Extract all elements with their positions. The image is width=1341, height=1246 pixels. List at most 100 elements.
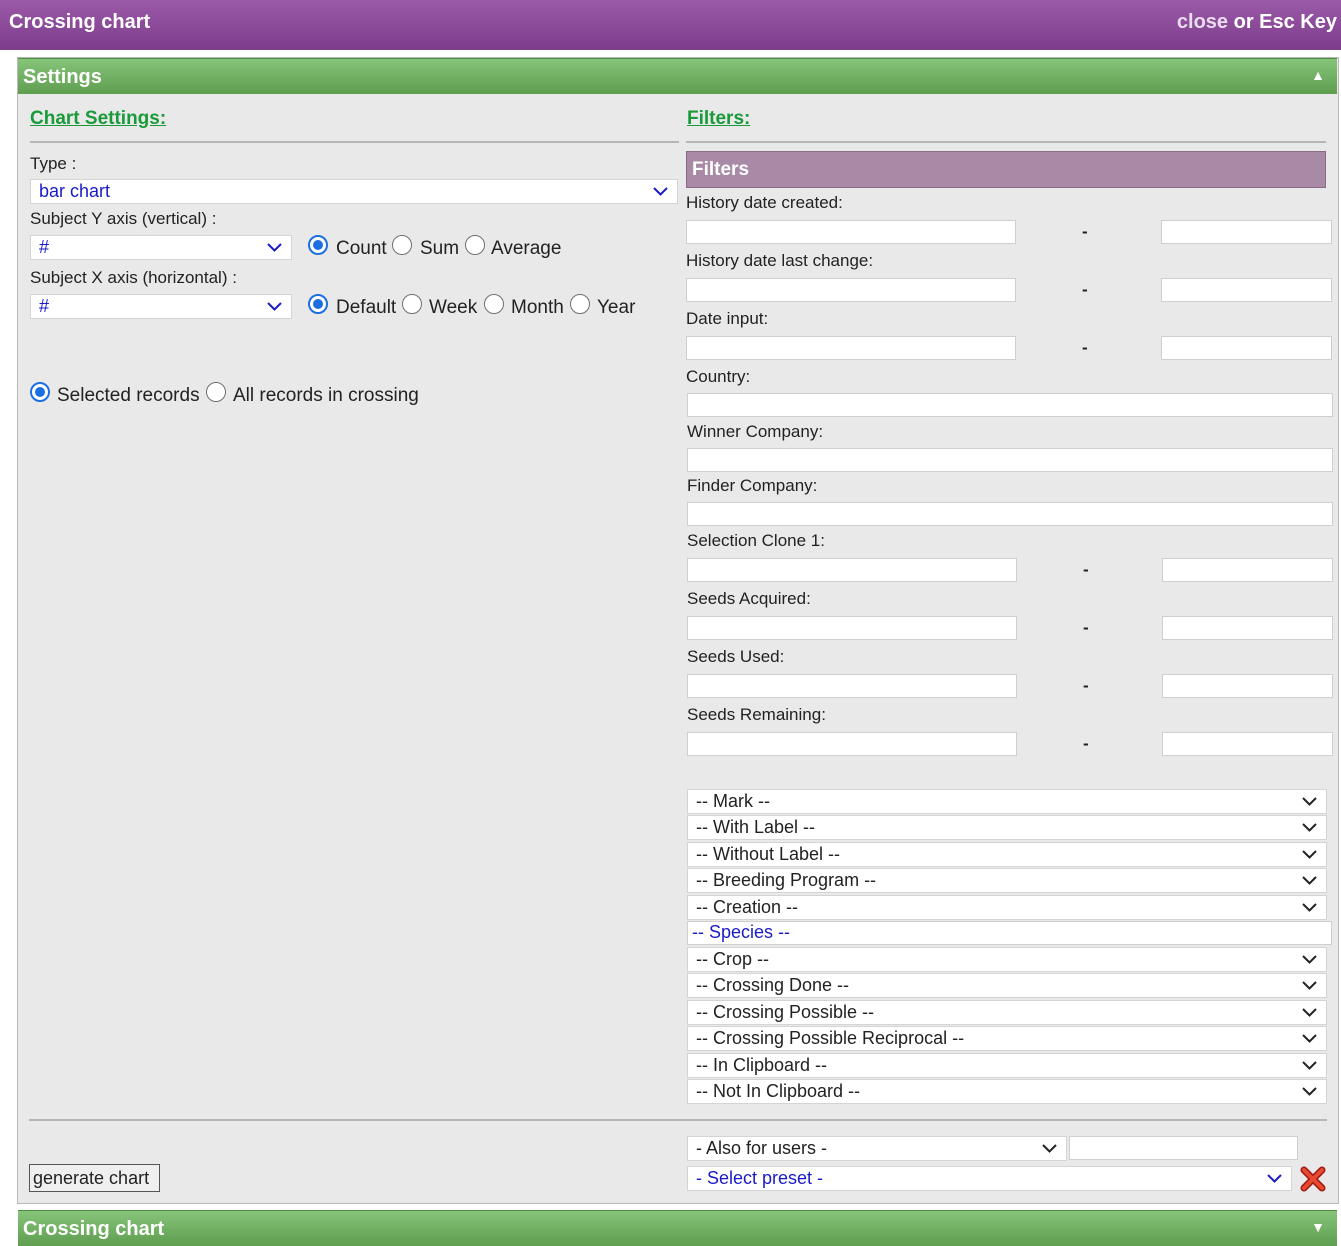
mark-select[interactable]: -- Mark -- bbox=[687, 789, 1327, 814]
in-clipboard-select[interactable]: -- In Clipboard -- bbox=[687, 1053, 1327, 1078]
winner-company-label: Winner Company: bbox=[687, 422, 824, 441]
settings-bar[interactable]: Settings ▲ bbox=[18, 58, 1337, 94]
close-link[interactable]: close bbox=[1177, 11, 1228, 33]
seeds-remaining-to-input[interactable] bbox=[1162, 732, 1333, 756]
country-label: Country: bbox=[686, 367, 751, 386]
chevron-down-icon bbox=[267, 302, 282, 311]
crop-select[interactable]: -- Crop -- bbox=[687, 947, 1327, 972]
crossing-possible-select[interactable]: -- Crossing Possible -- bbox=[687, 1000, 1327, 1025]
triangle-up-icon[interactable]: ▲ bbox=[1311, 67, 1325, 83]
radio-year[interactable] bbox=[570, 294, 590, 314]
range-separator: - bbox=[1083, 734, 1089, 753]
also-for-users-select[interactable]: - Also for users - bbox=[687, 1136, 1067, 1161]
radio-average-label: Average bbox=[491, 238, 562, 259]
history-created-label: History date created: bbox=[686, 193, 843, 212]
chevron-down-icon bbox=[1302, 876, 1317, 885]
seeds-remaining-label: Seeds Remaining: bbox=[687, 705, 826, 724]
chart-type-select[interactable]: bar chart bbox=[30, 179, 678, 204]
history-created-from-input[interactable] bbox=[686, 220, 1016, 244]
range-separator: - bbox=[1082, 338, 1088, 357]
chevron-down-icon bbox=[1302, 1034, 1317, 1043]
finder-company-input[interactable] bbox=[687, 502, 1333, 526]
x-axis-label: Subject X axis (horizontal) : bbox=[30, 268, 237, 287]
species-field[interactable]: -- Species -- bbox=[687, 921, 1332, 945]
date-input-label: Date input: bbox=[686, 309, 769, 328]
seeds-acquired-label: Seeds Acquired: bbox=[687, 589, 811, 608]
seeds-acquired-from-input[interactable] bbox=[687, 616, 1017, 640]
range-separator: - bbox=[1083, 560, 1089, 579]
crop-select-value: -- Crop -- bbox=[696, 949, 769, 969]
radio-default[interactable] bbox=[308, 294, 328, 314]
country-input[interactable] bbox=[687, 393, 1333, 417]
also-for-users-value: - Also for users - bbox=[696, 1138, 828, 1158]
with-label-select-value: -- With Label -- bbox=[696, 817, 816, 837]
without-label-select[interactable]: -- Without Label -- bbox=[687, 842, 1327, 867]
not-in-clipboard-select[interactable]: -- Not In Clipboard -- bbox=[687, 1079, 1327, 1104]
chevron-down-icon bbox=[1302, 850, 1317, 859]
x-axis-value: # bbox=[39, 296, 50, 316]
radio-month[interactable] bbox=[484, 294, 504, 314]
breeding-program-select[interactable]: -- Breeding Program -- bbox=[687, 868, 1327, 893]
users-input[interactable] bbox=[1069, 1136, 1298, 1160]
history-changed-to-input[interactable] bbox=[1161, 278, 1332, 302]
crossing-possible-select-value: -- Crossing Possible -- bbox=[696, 1002, 875, 1022]
date-input-to-input[interactable] bbox=[1161, 336, 1332, 360]
radio-count[interactable] bbox=[308, 235, 328, 255]
without-label-select-value: -- Without Label -- bbox=[696, 844, 841, 864]
range-separator: - bbox=[1082, 280, 1088, 299]
chevron-down-icon bbox=[1302, 1061, 1317, 1070]
chevron-down-icon bbox=[653, 187, 668, 196]
window-title: Crossing chart bbox=[9, 11, 151, 33]
generate-chart-button[interactable]: generate chart bbox=[29, 1164, 160, 1192]
y-axis-select[interactable]: # bbox=[30, 235, 292, 260]
select-preset-select[interactable]: - Select preset - bbox=[687, 1166, 1292, 1191]
winner-company-input[interactable] bbox=[687, 448, 1333, 472]
seeds-remaining-from-input[interactable] bbox=[687, 732, 1017, 756]
radio-week[interactable] bbox=[402, 294, 422, 314]
crossing-chart-bar[interactable]: Crossing chart ▼ bbox=[18, 1210, 1337, 1246]
x-axis-select[interactable]: # bbox=[30, 294, 292, 319]
creation-select-value: -- Creation -- bbox=[696, 897, 799, 917]
seeds-used-to-input[interactable] bbox=[1162, 674, 1333, 698]
radio-week-label: Week bbox=[429, 297, 478, 318]
chart-type-value: bar chart bbox=[39, 181, 111, 201]
radio-default-label: Default bbox=[336, 297, 397, 318]
radio-average[interactable] bbox=[465, 235, 485, 255]
range-separator: - bbox=[1083, 618, 1089, 637]
finder-company-label: Finder Company: bbox=[687, 476, 818, 495]
mark-select-value: -- Mark -- bbox=[696, 791, 770, 811]
history-created-to-input[interactable] bbox=[1161, 220, 1332, 244]
triangle-down-icon[interactable]: ▼ bbox=[1311, 1219, 1325, 1235]
not-in-clipboard-select-value: -- Not In Clipboard -- bbox=[696, 1081, 861, 1101]
radio-all-records-label: All records in crossing bbox=[233, 385, 419, 406]
radio-sum[interactable] bbox=[392, 235, 412, 255]
selection-clone-label: Selection Clone 1: bbox=[687, 531, 825, 550]
selection-clone-to-input[interactable] bbox=[1162, 558, 1333, 582]
in-clipboard-select-value: -- In Clipboard -- bbox=[696, 1055, 828, 1075]
window-titlebar: Crossing chart close or Esc Key bbox=[0, 0, 1341, 50]
chevron-down-icon bbox=[1302, 1008, 1317, 1017]
red-x-delete-icon[interactable] bbox=[1299, 1165, 1327, 1193]
creation-select[interactable]: -- Creation -- bbox=[687, 895, 1327, 920]
with-label-select[interactable]: -- With Label -- bbox=[687, 815, 1327, 840]
filters-box-title: Filters bbox=[686, 151, 1326, 188]
seeds-acquired-to-input[interactable] bbox=[1162, 616, 1333, 640]
chart-settings-divider bbox=[30, 141, 679, 143]
y-axis-label: Subject Y axis (vertical) : bbox=[30, 209, 217, 228]
crossing-possible-reciprocal-select-value: -- Crossing Possible Reciprocal -- bbox=[696, 1028, 965, 1048]
crossing-possible-reciprocal-select[interactable]: -- Crossing Possible Reciprocal -- bbox=[687, 1026, 1327, 1051]
history-changed-from-input[interactable] bbox=[686, 278, 1016, 302]
history-changed-label: History date last change: bbox=[686, 251, 874, 270]
radio-all-records[interactable] bbox=[206, 382, 226, 402]
chevron-down-icon bbox=[1302, 903, 1317, 912]
selection-clone-from-input[interactable] bbox=[687, 558, 1017, 582]
crossing-done-select[interactable]: -- Crossing Done -- bbox=[687, 973, 1327, 998]
range-separator: - bbox=[1083, 676, 1089, 695]
close-hint: close or Esc Key bbox=[1177, 11, 1337, 34]
radio-selected-records[interactable] bbox=[30, 382, 50, 402]
date-input-from-input[interactable] bbox=[686, 336, 1016, 360]
close-hint-rest: or Esc Key bbox=[1228, 11, 1337, 33]
y-axis-value: # bbox=[39, 237, 50, 257]
radio-year-label: Year bbox=[597, 297, 636, 318]
seeds-used-from-input[interactable] bbox=[687, 674, 1017, 698]
